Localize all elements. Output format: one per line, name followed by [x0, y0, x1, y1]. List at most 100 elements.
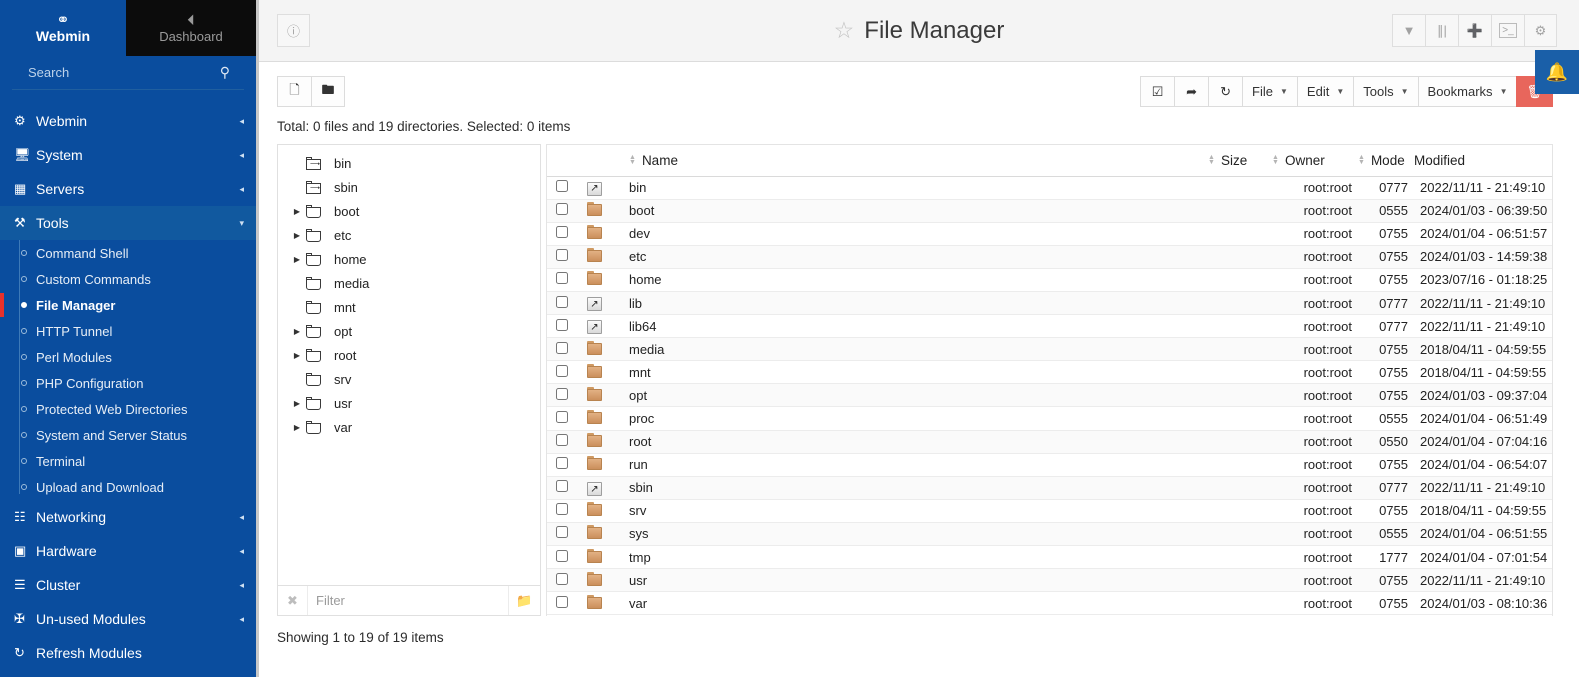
- file-name-cell[interactable]: home: [623, 268, 1202, 292]
- row-checkbox[interactable]: [556, 457, 568, 470]
- sidebar-item-refresh-modules[interactable]: ↻ Refresh Modules: [0, 636, 256, 670]
- file-name-cell[interactable]: usr: [623, 568, 1202, 593]
- row-checkbox[interactable]: [556, 226, 568, 239]
- settings-button[interactable]: ⚙: [1524, 14, 1557, 47]
- table-row[interactable]: srv root:root 0755 2018/04/11 - 04:59:55: [547, 499, 1552, 523]
- sidebar-item-custom-commands[interactable]: Custom Commands: [0, 266, 256, 292]
- table-row[interactable]: dev root:root 0755 2024/01/04 - 06:51:57: [547, 222, 1552, 246]
- table-row[interactable]: root root:root 0550 2024/01/04 - 07:04:16: [547, 430, 1552, 454]
- file-name-cell[interactable]: root: [623, 430, 1202, 454]
- file-name-cell[interactable]: etc: [623, 245, 1202, 269]
- expand-arrow-icon[interactable]: ▶: [288, 327, 306, 336]
- row-checkbox-cell[interactable]: [547, 545, 577, 570]
- file-name-cell[interactable]: bin: [623, 176, 1202, 200]
- table-row[interactable]: boot root:root 0555 2024/01/03 - 06:39:50: [547, 199, 1552, 223]
- sidebar-search[interactable]: ⚲: [12, 56, 244, 90]
- row-checkbox[interactable]: [556, 249, 568, 262]
- dashboard-tab[interactable]: ⏴ Dashboard: [126, 0, 256, 56]
- open-folder-button[interactable]: 🖿: [311, 76, 345, 107]
- help-button[interactable]: ⓘ: [277, 14, 310, 47]
- column-header-mode[interactable]: ▲ ▼ Mode: [1352, 145, 1408, 177]
- table-row[interactable]: opt root:root 0755 2024/01/03 - 09:37:04: [547, 383, 1552, 408]
- table-row[interactable]: ↗ sbin root:root 0777 2022/11/11 - 21:49:10: [547, 476, 1552, 500]
- sidebar-item-unused-modules[interactable]: ✠ Un-used Modules ◂: [0, 602, 256, 636]
- table-row[interactable]: run root:root 0755 2024/01/04 - 06:54:07: [547, 453, 1552, 477]
- table-row[interactable]: var root:root 0755 2024/01/03 - 08:10:36: [547, 591, 1552, 616]
- row-checkbox[interactable]: [556, 295, 568, 308]
- tree-node-boot[interactable]: ▶ boot: [278, 199, 540, 223]
- add-button[interactable]: ➕: [1458, 14, 1491, 47]
- row-checkbox-cell[interactable]: [547, 360, 577, 385]
- row-checkbox-cell[interactable]: [547, 591, 577, 616]
- table-row[interactable]: media root:root 0755 2018/04/11 - 04:59:55: [547, 337, 1552, 362]
- refresh-button[interactable]: ↻: [1208, 76, 1243, 107]
- sidebar-item-webmin[interactable]: ⚙ Webmin ◂: [0, 104, 256, 138]
- select-all-button[interactable]: ☑: [1140, 76, 1175, 107]
- table-row[interactable]: ↗ bin root:root 0777 2022/11/11 - 21:49:10: [547, 176, 1552, 200]
- search-input[interactable]: [26, 65, 220, 80]
- search-icon[interactable]: ⚲: [220, 64, 230, 81]
- file-name-cell[interactable]: dev: [623, 222, 1202, 246]
- row-checkbox[interactable]: [556, 480, 568, 493]
- column-header-name[interactable]: ▲ ▼ Name: [623, 145, 1202, 177]
- sidebar-item-cluster[interactable]: ☰ Cluster ◂: [0, 568, 256, 602]
- file-name-cell[interactable]: opt: [623, 383, 1202, 408]
- row-checkbox[interactable]: [556, 549, 568, 562]
- tree-node-srv[interactable]: srv: [278, 367, 540, 391]
- row-checkbox-cell[interactable]: [547, 383, 577, 408]
- share-button[interactable]: ➦: [1174, 76, 1209, 107]
- sidebar-item-upload-and-download[interactable]: Upload and Download: [0, 474, 256, 500]
- row-checkbox[interactable]: [556, 434, 568, 447]
- row-checkbox-cell[interactable]: [547, 199, 577, 223]
- row-checkbox[interactable]: [556, 387, 568, 400]
- sidebar-item-terminal[interactable]: Terminal: [0, 448, 256, 474]
- filter-button[interactable]: ▼: [1392, 14, 1425, 47]
- file-name-cell[interactable]: mnt: [623, 360, 1202, 385]
- file-name-cell[interactable]: lib64: [623, 314, 1202, 339]
- sidebar-item-networking[interactable]: ☷ Networking ◂: [0, 500, 256, 534]
- row-checkbox-cell[interactable]: [547, 453, 577, 477]
- row-checkbox-cell[interactable]: [547, 406, 577, 431]
- row-checkbox[interactable]: [556, 526, 568, 539]
- sidebar-item-system-and-server-status[interactable]: System and Server Status: [0, 422, 256, 448]
- select-all-header[interactable]: [547, 145, 577, 177]
- table-row[interactable]: tmp root:root 1777 2024/01/04 - 07:01:54: [547, 545, 1552, 570]
- table-row[interactable]: ↗ lib root:root 0777 2022/11/11 - 21:49:10: [547, 291, 1552, 316]
- sidebar-item-command-shell[interactable]: Command Shell: [0, 240, 256, 266]
- row-checkbox[interactable]: [556, 503, 568, 516]
- row-checkbox[interactable]: [556, 203, 568, 216]
- file-name-cell[interactable]: tmp: [623, 545, 1202, 570]
- tree-node-var[interactable]: ▶ var: [278, 415, 540, 439]
- sidebar-item-hardware[interactable]: ▣ Hardware ◂: [0, 534, 256, 568]
- table-row[interactable]: mnt root:root 0755 2018/04/11 - 04:59:55: [547, 360, 1552, 385]
- row-checkbox-cell[interactable]: [547, 245, 577, 269]
- clear-icon[interactable]: ✖: [278, 586, 308, 615]
- row-checkbox-cell[interactable]: [547, 522, 577, 547]
- column-header-size[interactable]: ▲ ▼ Size: [1202, 145, 1266, 177]
- row-checkbox-cell[interactable]: [547, 476, 577, 500]
- expand-arrow-icon[interactable]: ▶: [288, 399, 306, 408]
- row-checkbox-cell[interactable]: [547, 222, 577, 246]
- sidebar-item-protected-web-directories[interactable]: Protected Web Directories: [0, 396, 256, 422]
- file-name-cell[interactable]: proc: [623, 406, 1202, 431]
- file-name-cell[interactable]: srv: [623, 499, 1202, 523]
- sidebar-item-php-configuration[interactable]: PHP Configuration: [0, 370, 256, 396]
- tree-node-usr[interactable]: ▶ usr: [278, 391, 540, 415]
- row-checkbox-cell[interactable]: [547, 176, 577, 200]
- file-menu-button[interactable]: File ▼: [1242, 76, 1297, 107]
- terminal-button[interactable]: >_: [1491, 14, 1524, 47]
- row-checkbox[interactable]: [556, 364, 568, 377]
- row-checkbox[interactable]: [556, 341, 568, 354]
- tools-menu-button[interactable]: Tools ▼: [1353, 76, 1418, 107]
- sidebar-item-perl-modules[interactable]: Perl Modules: [0, 344, 256, 370]
- row-checkbox-cell[interactable]: [547, 291, 577, 316]
- table-row[interactable]: proc root:root 0555 2024/01/04 - 06:51:49: [547, 406, 1552, 431]
- column-header-owner[interactable]: ▲ ▼ Owner: [1266, 145, 1352, 177]
- row-checkbox-cell[interactable]: [547, 499, 577, 523]
- table-row[interactable]: ↗ lib64 root:root 0777 2022/11/11 - 21:49:10: [547, 314, 1552, 339]
- tree-filter-input[interactable]: [308, 586, 508, 615]
- row-checkbox[interactable]: [556, 180, 568, 193]
- tree-node-etc[interactable]: ▶ etc: [278, 223, 540, 247]
- tree-node-root[interactable]: ▶ root: [278, 343, 540, 367]
- tree-node-media[interactable]: media: [278, 271, 540, 295]
